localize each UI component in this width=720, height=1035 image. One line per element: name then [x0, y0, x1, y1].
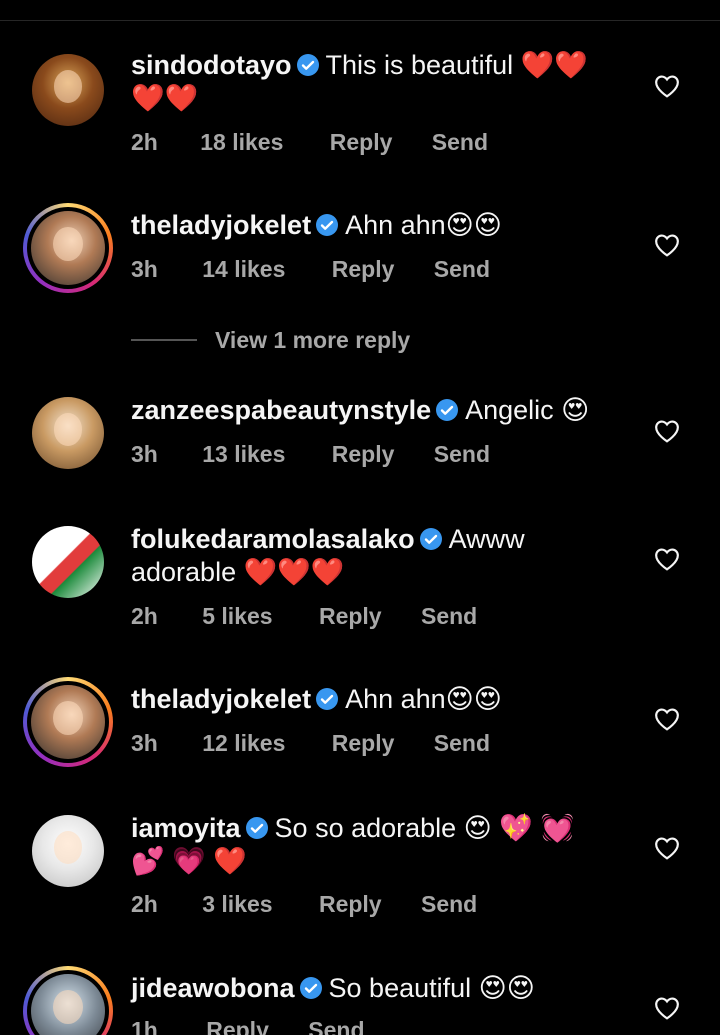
likes-count[interactable]: 12 likes — [202, 730, 285, 757]
comment-text: So beautiful 😍😍 — [328, 973, 535, 1003]
send-button[interactable]: Send — [434, 256, 490, 283]
avatar[interactable] — [23, 45, 113, 135]
avatar[interactable] — [23, 388, 113, 478]
reply-button[interactable]: Reply — [319, 891, 382, 918]
send-button[interactable]: Send — [434, 441, 490, 468]
comment-text: This is beautiful ❤️❤️ — [325, 50, 588, 80]
comment-time: 2h — [131, 891, 158, 917]
like-heart-icon[interactable] — [654, 419, 680, 443]
send-button[interactable]: Send — [432, 129, 488, 156]
avatar[interactable] — [23, 966, 113, 1035]
verified-badge-icon — [419, 528, 442, 550]
like-heart-icon[interactable] — [654, 996, 680, 1020]
likes-count[interactable]: 18 likes — [200, 129, 283, 156]
comment-text: So so adorable 😍 💖 💓 — [274, 813, 575, 843]
comment-meta: 3h 12 likes Reply Send — [131, 730, 490, 757]
like-heart-icon[interactable] — [654, 74, 680, 98]
divider — [131, 339, 197, 341]
comment-body: zanzeespabeautynstyle Angelic 😍 — [131, 394, 631, 427]
divider — [0, 20, 720, 21]
comments-screen: sindodotayo This is beautiful ❤️❤️ ❤️❤️ 2… — [0, 0, 720, 1035]
comment-time: 2h — [131, 603, 158, 629]
comment-text: Ahn ahn😍😍 — [345, 210, 502, 240]
verified-badge-icon — [299, 977, 322, 999]
comment-meta: 3h 14 likes Reply Send — [131, 256, 490, 283]
send-button[interactable]: Send — [421, 603, 477, 630]
comment-text-continued: ❤️❤️ — [131, 83, 199, 113]
reply-button[interactable]: Reply — [332, 730, 395, 757]
comment-body: jideawobona So beautiful 😍😍 — [131, 972, 631, 1005]
verified-badge-icon — [316, 688, 339, 710]
comment-time: 2h — [131, 129, 158, 155]
avatar-image — [32, 54, 104, 126]
like-heart-icon[interactable] — [654, 836, 680, 860]
comment-body: iamoyita So so adorable 😍 💖 💓 💕 💗 ❤️ — [131, 812, 631, 878]
comment-meta: 2h 5 likes Reply Send — [131, 603, 477, 630]
like-heart-icon[interactable] — [654, 233, 680, 257]
likes-count[interactable]: 13 likes — [202, 441, 285, 468]
likes-count[interactable]: 3 likes — [202, 891, 272, 918]
comment-time: 1h — [131, 1017, 158, 1035]
avatar-image — [32, 397, 104, 469]
verified-badge-icon — [316, 214, 339, 236]
username[interactable]: theladyjokelet — [131, 684, 311, 714]
verified-badge-icon — [436, 399, 459, 421]
avatar-image — [31, 974, 105, 1035]
comment-time: 3h — [131, 256, 158, 282]
username[interactable]: sindodotayo — [131, 50, 292, 80]
comment-body: sindodotayo This is beautiful ❤️❤️ ❤️❤️ — [131, 49, 631, 115]
comment-meta: 2h 18 likes Reply Send — [131, 129, 488, 156]
username[interactable]: iamoyita — [131, 813, 241, 843]
username[interactable]: folukedaramolasalako — [131, 524, 415, 554]
username[interactable]: theladyjokelet — [131, 210, 311, 240]
comment-time: 3h — [131, 441, 158, 467]
comment-meta: 1h Reply Send — [131, 1017, 365, 1035]
comment-text-continued: 💕 💗 ❤️ — [131, 846, 247, 876]
comment-text: Angelic 😍 — [465, 395, 590, 425]
reply-button[interactable]: Reply — [332, 441, 395, 468]
likes-count[interactable]: 5 likes — [202, 603, 272, 630]
reply-button[interactable]: Reply — [319, 603, 382, 630]
reply-button[interactable]: Reply — [330, 129, 393, 156]
comment-text-continued: adorable ❤️❤️❤️ — [131, 557, 345, 587]
username[interactable]: jideawobona — [131, 973, 295, 1003]
like-heart-icon[interactable] — [654, 547, 680, 571]
avatar-image — [31, 211, 105, 285]
send-button[interactable]: Send — [421, 891, 477, 918]
verified-badge-icon — [296, 54, 319, 76]
view-more-replies[interactable]: View 1 more reply — [131, 325, 410, 355]
comment-body: theladyjokelet Ahn ahn😍😍 — [131, 209, 631, 242]
avatar-image — [32, 815, 104, 887]
comment-meta: 3h 13 likes Reply Send — [131, 441, 490, 468]
comment-body: folukedaramolasalako Awww adorable ❤️❤️❤️ — [131, 523, 631, 589]
avatar[interactable] — [23, 806, 113, 896]
likes-count[interactable]: 14 likes — [202, 256, 285, 283]
comment-text: Awww — [448, 524, 525, 554]
send-button[interactable]: Send — [434, 730, 490, 757]
comment-time: 3h — [131, 730, 158, 756]
comment-meta: 2h 3 likes Reply Send — [131, 891, 477, 918]
like-heart-icon[interactable] — [654, 707, 680, 731]
avatar[interactable] — [23, 203, 113, 293]
avatar[interactable] — [23, 517, 113, 607]
reply-button[interactable]: Reply — [332, 256, 395, 283]
comment-text: Ahn ahn😍😍 — [345, 684, 502, 714]
username[interactable]: zanzeespabeautynstyle — [131, 395, 431, 425]
send-button[interactable]: Send — [308, 1017, 364, 1035]
verified-badge-icon — [245, 817, 268, 839]
reply-button[interactable]: Reply — [206, 1017, 269, 1035]
comment-body: theladyjokelet Ahn ahn😍😍 — [131, 683, 631, 716]
avatar-image — [31, 685, 105, 759]
view-more-replies-label: View 1 more reply — [215, 326, 411, 353]
avatar[interactable] — [23, 677, 113, 767]
avatar-image — [32, 526, 104, 598]
